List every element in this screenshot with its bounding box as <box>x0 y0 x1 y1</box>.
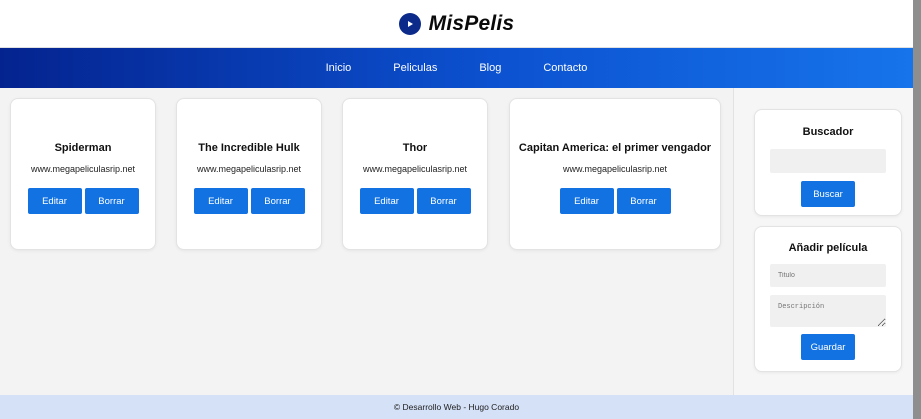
description-textarea[interactable] <box>770 295 886 327</box>
nav-item-blog[interactable]: Blog <box>479 62 501 74</box>
movie-card: Thor www.megapeliculasrip.net Editar Bor… <box>342 98 488 250</box>
edit-button[interactable]: Editar <box>559 188 614 214</box>
movie-title: Spiderman <box>54 142 112 154</box>
site-header: MisPelis <box>0 0 913 48</box>
nav-item-inicio[interactable]: Inicio <box>326 62 352 74</box>
movie-title: Thor <box>402 142 428 154</box>
edit-button[interactable]: Editar <box>193 188 248 214</box>
movie-card: Spiderman www.megapeliculasrip.net Edita… <box>10 98 156 250</box>
edit-button[interactable]: Editar <box>27 188 82 214</box>
search-input[interactable] <box>770 149 886 173</box>
delete-button[interactable]: Borrar <box>84 188 139 214</box>
play-icon <box>398 12 421 35</box>
movie-actions: Editar Borrar <box>11 188 155 214</box>
movie-url: www.megapeliculasrip.net <box>30 164 136 174</box>
movie-url: www.megapeliculasrip.net <box>362 164 468 174</box>
delete-button[interactable]: Borrar <box>616 188 671 214</box>
delete-button[interactable]: Borrar <box>250 188 305 214</box>
movie-title: The Incredible Hulk <box>198 142 300 154</box>
edit-button[interactable]: Editar <box>359 188 414 214</box>
add-movie-panel: Añadir película Guardar <box>754 226 902 372</box>
footer-text: © Desarrollo Web - Hugo Corado <box>393 402 520 412</box>
movie-actions: Editar Borrar <box>343 188 487 214</box>
main-nav: Inicio Peliculas Blog Contacto <box>0 48 913 88</box>
movie-card: Capitan America: el primer vengador www.… <box>509 98 721 250</box>
search-button[interactable]: Buscar <box>801 181 855 207</box>
logo[interactable]: MisPelis <box>398 11 515 36</box>
nav-item-contacto[interactable]: Contacto <box>543 62 587 74</box>
movie-url: www.megapeliculasrip.net <box>562 164 668 174</box>
movie-title: Capitan America: el primer vengador <box>518 142 712 154</box>
movie-actions: Editar Borrar <box>177 188 321 214</box>
movie-url: www.megapeliculasrip.net <box>196 164 302 174</box>
sidebar: Buscador Buscar Añadir película Guardar <box>733 88 913 395</box>
save-button[interactable]: Guardar <box>801 334 855 360</box>
nav-item-peliculas[interactable]: Peliculas <box>393 62 437 74</box>
add-movie-title: Añadir película <box>788 242 868 254</box>
site-footer: © Desarrollo Web - Hugo Corado <box>0 395 913 419</box>
movie-card: The Incredible Hulk www.megapeliculasrip… <box>176 98 322 250</box>
delete-button[interactable]: Borrar <box>416 188 471 214</box>
movie-actions: Editar Borrar <box>510 188 720 214</box>
search-title: Buscador <box>802 126 854 138</box>
movies-list: Spiderman www.megapeliculasrip.net Edita… <box>0 88 733 395</box>
search-panel: Buscador Buscar <box>754 109 902 216</box>
site-title: MisPelis <box>428 11 515 35</box>
title-input[interactable] <box>770 264 886 287</box>
window-edge <box>913 0 921 419</box>
